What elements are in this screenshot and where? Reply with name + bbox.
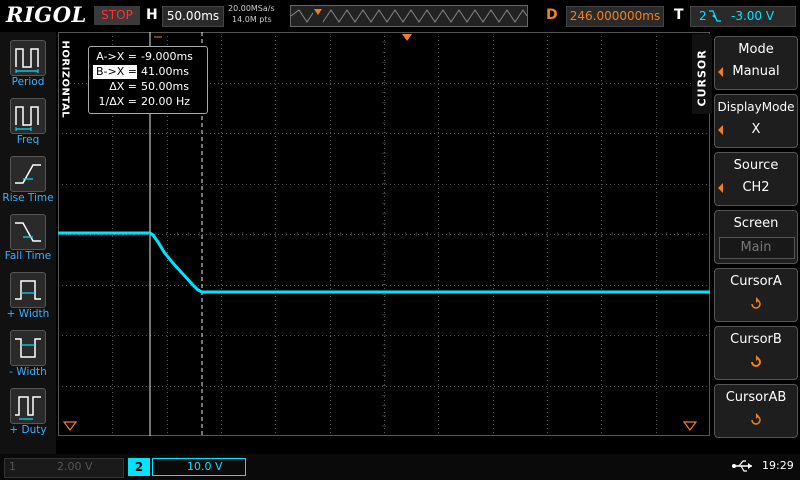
negative-width-icon: [10, 330, 46, 366]
svg-text:2: 2: [699, 9, 707, 23]
measure-negative-width-label: - Width: [9, 366, 47, 378]
measure-negative-width-button[interactable]: - Width: [4, 328, 52, 384]
readout-key: A->X =: [96, 50, 137, 63]
ch2-number: 2: [128, 458, 150, 476]
fall-time-icon: [10, 214, 46, 250]
cursor-readout-box: A->X = -9.000ms B->X = 41.00ms ΔX = 50.0…: [88, 46, 208, 114]
readout-value: -9.000ms: [141, 50, 193, 63]
measure-rise-time-label: Rise Time: [2, 192, 54, 204]
delay-value[interactable]: 246.000000ms: [566, 6, 664, 27]
ch1-indicator[interactable]: 1 2.00 V: [4, 458, 124, 478]
screen-value: Main: [740, 240, 772, 255]
readout-value: 20.00 Hz: [141, 95, 191, 108]
trigger-label: T: [674, 7, 684, 23]
horizontal-position-bar[interactable]: [290, 5, 528, 27]
measure-positive-width-button[interactable]: + Width: [4, 270, 52, 326]
period-icon: [10, 40, 46, 76]
ch2-indicator[interactable]: 2 10.0 V: [128, 458, 246, 476]
cursor-ab-title: CursorAB: [725, 390, 787, 405]
measure-fall-time-button[interactable]: Fall Time: [4, 212, 52, 268]
cursor-a-menu-button[interactable]: CursorA: [714, 268, 798, 322]
measure-positive-width-label: + Width: [6, 308, 50, 320]
measure-positive-duty-label: + Duty: [9, 424, 47, 436]
ch2-scale: 10.0 V: [187, 460, 223, 473]
measure-rise-time-button[interactable]: Rise Time: [2, 154, 54, 210]
knob-icon: [749, 413, 763, 431]
readout-value: 50.00ms: [141, 80, 189, 93]
display-mode-value: X: [751, 122, 761, 137]
rise-time-icon: [10, 156, 46, 192]
source-title: Source: [733, 158, 779, 173]
readout-row: 1/ΔX = 20.00 Hz: [93, 95, 205, 109]
mode-menu-button[interactable]: Mode Manual: [714, 36, 798, 90]
sample-rate: 20.00MSa/s: [228, 4, 275, 13]
cursor-b-title: CursorB: [730, 332, 782, 347]
delay-label: D: [546, 7, 558, 23]
channel-status-bar: 1 2.00 V 2 10.0 V 19:29: [0, 454, 800, 480]
cursor-ab-menu-button[interactable]: CursorAB: [714, 384, 798, 438]
cursor-tab[interactable]: CURSOR: [692, 34, 712, 114]
ch1-number: 1: [9, 460, 16, 473]
trigger-level-value: -3.00 V: [731, 9, 775, 23]
knob-icon: [749, 355, 763, 373]
readout-value: 41.00ms: [141, 65, 189, 78]
measure-freq-label: Freq: [16, 134, 40, 146]
screen-menu-button[interactable]: Screen Main: [714, 210, 798, 264]
display-mode-menu-button[interactable]: DisplayMode X: [714, 94, 798, 148]
horizontal-tab-label: HORIZONTAL: [59, 40, 71, 119]
mode-title: Mode: [738, 42, 774, 57]
display-mode-title: DisplayMode: [717, 100, 795, 114]
top-status-bar: RIGOL STOP H 50.00ms 20.00MSa/s 14.0M pt…: [0, 0, 800, 32]
measure-sidebar: Period Freq Rise Time Fall Time + Width …: [0, 32, 56, 454]
cursor-tab-label: CURSOR: [695, 49, 709, 107]
trigger-info[interactable]: 2 -3.00 V: [690, 6, 796, 27]
readout-key: 1/ΔX =: [98, 95, 137, 108]
readout-key-selected: B->X =: [93, 65, 137, 79]
measure-freq-button[interactable]: Freq: [4, 96, 52, 152]
memory-depth: 14.0M pts: [232, 15, 272, 24]
falling-edge-trigger-icon: 2: [699, 7, 725, 31]
readout-row: ΔX = 50.00ms: [93, 80, 205, 94]
measure-fall-time-label: Fall Time: [4, 250, 52, 262]
rigol-logo: RIGOL: [6, 2, 87, 27]
cursor-a-title: CursorA: [730, 274, 782, 289]
source-menu-button[interactable]: Source CH2: [714, 152, 798, 206]
ch1-scale: 2.00 V: [57, 460, 93, 473]
run-stop-indicator[interactable]: STOP: [94, 6, 140, 25]
usb-icon: [732, 459, 754, 477]
cursor-b-menu-button[interactable]: CursorB: [714, 326, 798, 380]
horizontal-label: H: [146, 7, 158, 23]
measure-positive-duty-button[interactable]: + Duty: [4, 386, 52, 442]
readout-row: B->X = 41.00ms: [93, 65, 205, 79]
measure-period-button[interactable]: Period: [4, 38, 52, 94]
positive-duty-icon: [10, 388, 46, 424]
clock-time: 19:29: [762, 459, 794, 472]
mode-value: Manual: [732, 64, 780, 79]
ch2-scale-box: 10.0 V: [152, 458, 246, 476]
positive-width-icon: [10, 272, 46, 308]
readout-row: A->X = -9.000ms: [93, 50, 205, 64]
screen-title: Screen: [733, 216, 779, 231]
timebase-value[interactable]: 50.00ms: [162, 6, 224, 27]
source-value: CH2: [742, 180, 770, 195]
knob-icon: [749, 297, 763, 315]
measure-period-label: Period: [11, 76, 45, 88]
frequency-icon: [10, 98, 46, 134]
readout-key: ΔX =: [109, 80, 137, 93]
horizontal-tab[interactable]: HORIZONTAL: [58, 40, 72, 120]
